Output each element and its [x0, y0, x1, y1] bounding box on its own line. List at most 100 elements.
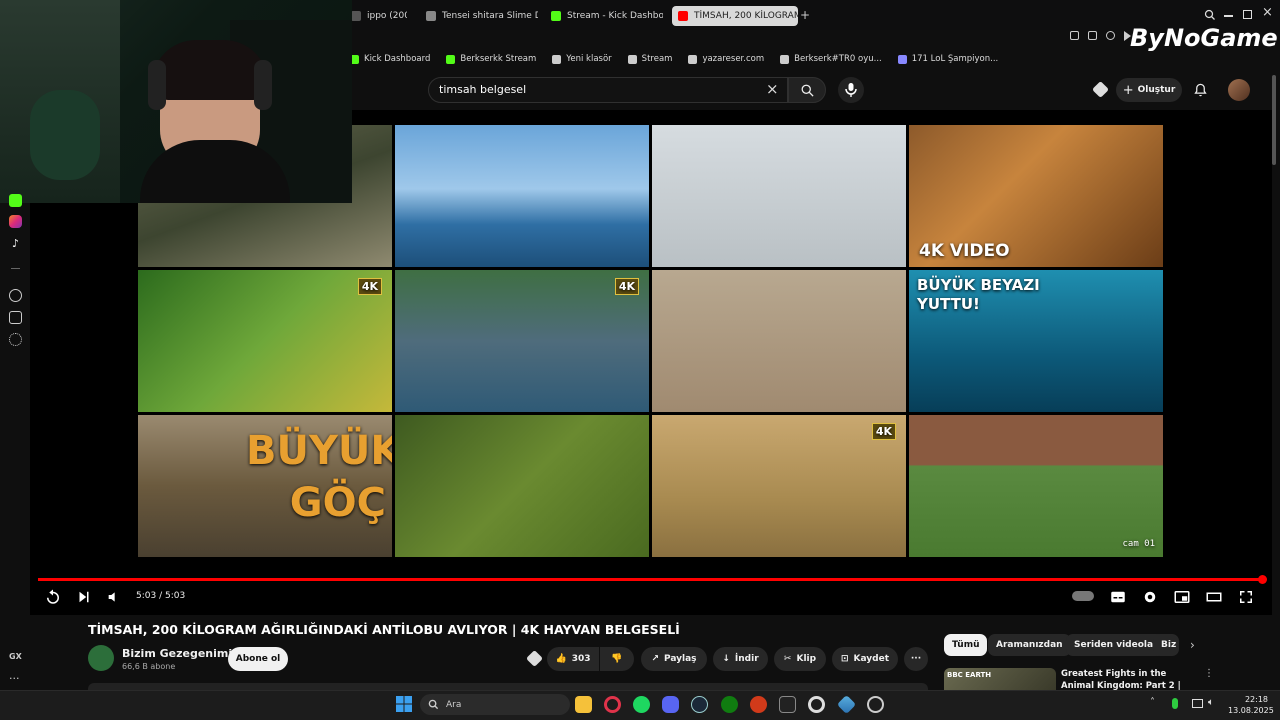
more-icon[interactable]: ···	[9, 672, 20, 685]
share-button[interactable]: ↗ Paylaş	[641, 647, 707, 671]
browser-tab[interactable]: Stream - Kick Dashboard	[545, 6, 663, 26]
gx-label: GX	[9, 652, 22, 661]
progress-scrubber[interactable]	[1258, 575, 1267, 584]
filter-chip[interactable]: Tümü	[944, 634, 988, 656]
replay-icon[interactable]	[44, 588, 62, 606]
search-icon[interactable]	[1204, 9, 1216, 21]
download-button[interactable]: ↓ İndir	[713, 647, 768, 671]
end-screen-video[interactable]: 4K	[138, 270, 392, 412]
pin-icon[interactable]	[1070, 31, 1079, 40]
end-screen-video[interactable]	[395, 415, 649, 557]
end-screen-video[interactable]	[652, 270, 906, 412]
end-screen-video[interactable]: BÜYÜK BEYAZI YUTTU!	[909, 270, 1163, 412]
end-screen-video[interactable]: cam 01	[909, 415, 1163, 557]
filter-chip[interactable]: Biz	[1153, 634, 1179, 656]
app2-icon[interactable]	[867, 696, 884, 713]
file-explorer-icon[interactable]	[575, 696, 592, 713]
notifications-bell-icon[interactable]	[1193, 82, 1208, 98]
create-label: Oluştur	[1137, 85, 1176, 95]
steam-icon[interactable]	[691, 696, 708, 713]
tray-chevron-icon[interactable]: ˄	[1150, 697, 1155, 708]
subscriber-count: 66,6 B abone	[122, 662, 176, 671]
thumbnail-label: 4K	[357, 278, 382, 295]
opera-gx-icon[interactable]	[604, 696, 621, 713]
more-actions-button[interactable]: ···	[904, 647, 928, 671]
voice-search-button[interactable]	[838, 77, 864, 103]
xbox-icon[interactable]	[721, 696, 738, 713]
obs-icon[interactable]	[808, 696, 825, 713]
origin-icon[interactable]	[750, 696, 767, 713]
channel-name[interactable]: Bizim Gezegenimiz	[122, 647, 239, 660]
chevron-right-icon[interactable]: ›	[1190, 638, 1195, 652]
minimize-icon[interactable]	[1224, 15, 1233, 17]
end-screen-video[interactable]: 4K	[395, 270, 649, 412]
search-button[interactable]	[788, 77, 826, 103]
ai-sparkle-icon[interactable]	[1092, 81, 1109, 98]
save-button[interactable]: ⊡ Kaydet	[832, 647, 898, 671]
shield-icon[interactable]	[1106, 31, 1115, 40]
user-avatar[interactable]	[1228, 79, 1250, 101]
end-screen-video[interactable]: 4K VIDEO	[909, 125, 1163, 267]
instagram-icon[interactable]	[9, 215, 22, 228]
browser-tab[interactable]: ippo (2000) 3	[345, 6, 407, 26]
new-tab-button[interactable]: +	[800, 8, 810, 22]
bookmark-item[interactable]: Stream	[627, 54, 672, 64]
miniplayer-icon[interactable]	[1173, 588, 1191, 606]
end-screen-video[interactable]	[652, 125, 906, 267]
bookmark-item[interactable]: yazareser.com	[688, 54, 764, 64]
settings-icon[interactable]	[9, 333, 22, 346]
taskbar-clock[interactable]: 22:18 13.08.2025	[1228, 694, 1274, 716]
kick-icon[interactable]	[9, 194, 22, 207]
like-button[interactable]: 👍 303	[547, 647, 599, 671]
bookmarks-bar: Kick Dashboard Berkserkk Stream Yeni klasö…	[350, 50, 998, 68]
end-screen-video[interactable]: BÜYÜK GÖÇ	[138, 415, 392, 557]
search-input[interactable]: timsah belgesel	[428, 77, 788, 103]
theater-mode-icon[interactable]	[1205, 588, 1223, 606]
extensions-icon[interactable]	[9, 311, 22, 324]
bookmark-favicon-icon	[688, 54, 698, 64]
settings-gear-icon[interactable]	[1141, 588, 1159, 606]
filter-chip[interactable]: Aramanızdan	[988, 634, 1071, 656]
autoplay-toggle[interactable]	[1072, 591, 1094, 601]
bookmark-item[interactable]: Yeni klasör	[552, 54, 612, 64]
spotify-icon[interactable]	[633, 696, 650, 713]
create-button[interactable]: + Oluştur	[1116, 78, 1182, 102]
close-icon[interactable]: ×	[1262, 5, 1273, 20]
mic-tray-icon[interactable]	[1172, 698, 1178, 709]
dislike-button[interactable]: 👎	[600, 647, 634, 671]
monitor-tray-icon[interactable]	[1192, 699, 1203, 708]
bookmark-item[interactable]: Berkserk#TR0 oyu...	[780, 54, 882, 64]
related-thumbnail[interactable]: BBC EARTH	[944, 668, 1056, 690]
bookmark-item[interactable]: 171 LoL Şampiyon...	[897, 54, 998, 64]
discord-icon[interactable]	[662, 696, 679, 713]
related-more-icon[interactable]: ⋮	[1204, 668, 1214, 679]
channel-avatar[interactable]	[88, 645, 114, 671]
ai-summary-icon[interactable]	[526, 650, 543, 667]
maximize-icon[interactable]	[1243, 10, 1252, 19]
end-screen-video[interactable]	[395, 125, 649, 267]
clear-search-icon[interactable]: ×	[766, 80, 779, 98]
history-icon[interactable]	[9, 289, 22, 302]
tiktok-icon[interactable]: ♪	[9, 237, 22, 250]
filter-chip[interactable]: Seriden videolar	[1066, 634, 1166, 656]
taskbar-search[interactable]: Ara	[420, 694, 570, 715]
end-screen-video[interactable]: 4K	[652, 415, 906, 557]
browser-tab[interactable]: Tensei shitara Slime Datta	[420, 6, 538, 26]
volume-icon[interactable]	[106, 589, 122, 605]
subtitles-icon[interactable]	[1109, 588, 1127, 606]
description-box[interactable]	[88, 683, 928, 690]
fullscreen-icon[interactable]	[1237, 588, 1255, 606]
browser-tab[interactable]: TİMSAH, 200 KİLOGRAM	[672, 6, 798, 26]
speaker-tray-icon[interactable]: 🔈︎	[1208, 697, 1214, 708]
bookmark-icon[interactable]	[1088, 31, 1097, 40]
epic-games-icon[interactable]	[779, 696, 796, 713]
bookmark-item[interactable]: Kick Dashboard	[350, 54, 430, 64]
bookmark-item[interactable]: Berkserkk Stream	[446, 54, 536, 64]
related-title[interactable]: Greatest Fights in the Animal Kingdom: P…	[1061, 668, 1196, 690]
scrollbar[interactable]	[1272, 75, 1276, 165]
windows-start-icon[interactable]	[396, 696, 412, 712]
progress-bar[interactable]	[38, 578, 1264, 581]
clip-button[interactable]: ✂ Klip	[774, 647, 826, 671]
subscribe-button[interactable]: Abone ol	[228, 647, 288, 671]
next-icon[interactable]	[75, 588, 93, 606]
